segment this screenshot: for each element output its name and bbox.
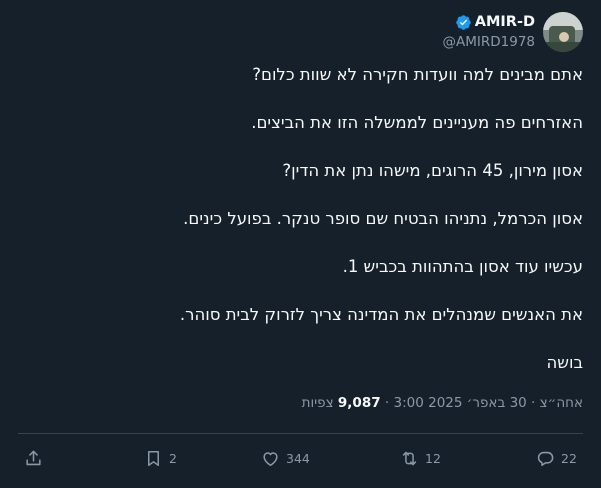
bookmark-icon: [147, 450, 160, 466]
avatar[interactable]: [543, 12, 583, 52]
bookmark-count: 2: [169, 450, 177, 466]
reply-button[interactable]: 22: [536, 445, 577, 471]
views-label: צפיות: [301, 395, 334, 411]
retweet-icon: [402, 451, 417, 465]
retweet-count: 12: [425, 450, 441, 466]
verified-badge-icon: [455, 14, 471, 30]
tweet-line: בושה: [546, 353, 583, 372]
tweet-time[interactable]: 3:00: [394, 395, 424, 411]
like-count: 344: [286, 450, 310, 466]
like-icon: [263, 451, 278, 466]
tweet-line: עכשיו עוד אסון בהתהוות בכביש 1.: [342, 257, 583, 276]
tweet-line: את האנשים שמנהלים את המדינה צריך לזרוק ל…: [179, 305, 583, 324]
author-name-row[interactable]: AMIR-D: [455, 12, 535, 32]
tweet-date[interactable]: אחה״צ · 30 באפר׳ 2025: [428, 395, 583, 411]
reply-count: 22: [561, 450, 577, 466]
bookmark-button[interactable]: 2: [144, 445, 177, 471]
tweet-meta: אחה״צ · 30 באפר׳ 2025 3:00 · 9,087 צפיות: [301, 395, 583, 411]
tweet-line: אסון הכרמל, נתניהו הבטיח שם סופר טנקר. ב…: [183, 209, 583, 228]
tweet-line: האזרחים פה מעניינים לממשלה הזו את הביצים…: [251, 113, 583, 132]
author-handle[interactable]: @AMIRD1978: [443, 34, 536, 50]
reply-icon: [537, 451, 554, 466]
divider: [18, 433, 583, 434]
tweet-line: אסון מירון, 45 הרוגים, מישהו נתן את הדין…: [282, 161, 583, 180]
share-icon: [26, 450, 41, 465]
retweet-button[interactable]: 12: [400, 445, 441, 471]
share-button[interactable]: [24, 445, 43, 471]
like-button[interactable]: 344: [261, 445, 310, 471]
views-count[interactable]: 9,087: [338, 395, 381, 411]
action-bar: 2 344 12 22: [0, 445, 601, 471]
author-display-name[interactable]: AMIR-D: [475, 14, 535, 30]
tweet: AMIR-D @AMIRD1978 אתם מבינים למה וועדות …: [0, 0, 601, 488]
tweet-line: אתם מבינים למה וועדות חקירה לא שוות כלום…: [252, 65, 583, 84]
tweet-text: אתם מבינים למה וועדות חקירה לא שוות כלום…: [18, 64, 583, 400]
